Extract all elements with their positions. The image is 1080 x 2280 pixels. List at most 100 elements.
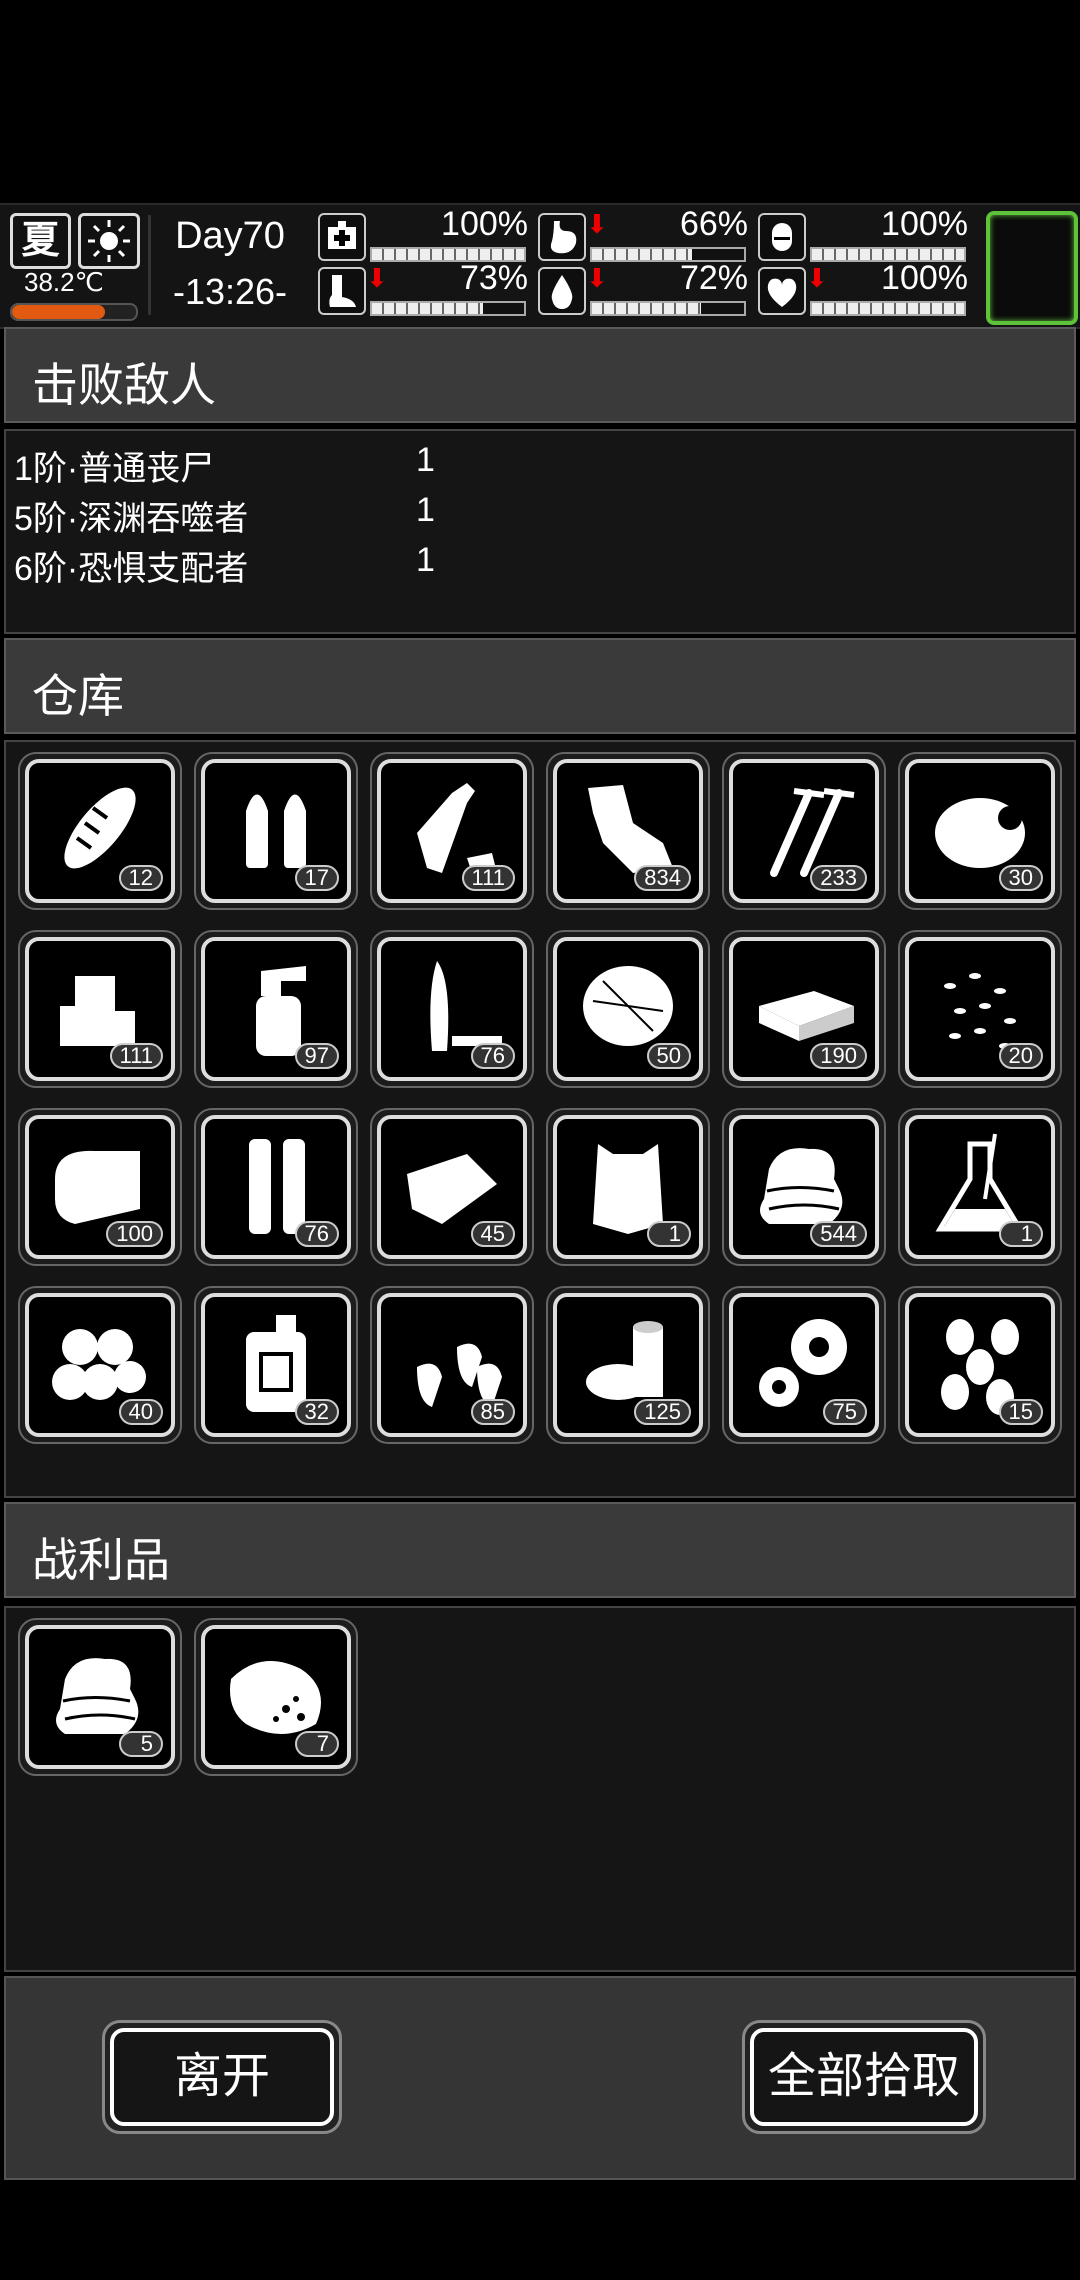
item-slot[interactable]: 111 xyxy=(370,752,534,910)
item-frame: 1 xyxy=(553,1115,703,1259)
temperature-fill xyxy=(12,305,105,319)
loot-header: 战利品 xyxy=(4,1502,1076,1598)
stat-bar xyxy=(370,301,526,316)
enemy-name: 1阶·普通丧尸 xyxy=(14,450,215,488)
stat-bar xyxy=(810,301,966,316)
heart-icon xyxy=(758,267,806,315)
item-count: 834 xyxy=(634,865,691,891)
item-frame: 32 xyxy=(201,1293,351,1437)
item-slot[interactable]: 544 xyxy=(722,1108,886,1266)
temperature-label: 38.2℃ xyxy=(24,267,104,297)
item-slot[interactable]: 5 xyxy=(18,1618,182,1776)
status-bar: 夏 38.2℃ Day70 -13:26- 100% ⬇ 66% 100% ⬇ 73% ⬇ 7… xyxy=(0,203,1080,329)
item-count: 20 xyxy=(998,1043,1043,1069)
stat-value: 100% xyxy=(881,205,968,243)
decrease-arrow-icon: ⬇ xyxy=(806,263,828,293)
enemy-count: 1 xyxy=(416,491,435,529)
pill-icon xyxy=(758,213,806,261)
defeated-header: 击败敌人 xyxy=(4,327,1076,423)
item-slot[interactable]: 30 xyxy=(898,752,1062,910)
stat-value: 73% xyxy=(459,259,528,297)
warehouse-grid[interactable]: 12 17 111 834 233 30 111 97 76 50 190 20 100 76 45 1 544… xyxy=(4,740,1076,1498)
stat-bar-fill xyxy=(592,249,693,260)
leave-button[interactable]: 离开 xyxy=(102,2020,342,2134)
item-count: 1 xyxy=(647,1221,691,1247)
decrease-arrow-icon: ⬇ xyxy=(586,209,608,239)
item-slot[interactable]: 76 xyxy=(370,930,534,1088)
stat-value: 100% xyxy=(441,205,528,243)
item-slot[interactable]: 125 xyxy=(546,1286,710,1444)
item-slot[interactable]: 233 xyxy=(722,752,886,910)
item-slot[interactable]: 1 xyxy=(546,1108,710,1266)
item-slot[interactable]: 20 xyxy=(898,930,1062,1088)
season-indicator: 夏 xyxy=(10,213,71,269)
item-frame: 75 xyxy=(729,1293,879,1437)
item-frame: 17 xyxy=(201,759,351,903)
item-slot[interactable]: 1 xyxy=(898,1108,1062,1266)
pickup-all-button[interactable]: 全部拾取 xyxy=(742,2020,986,2134)
medkit-icon xyxy=(318,213,366,261)
item-count: 5 xyxy=(119,1731,163,1757)
item-frame: 233 xyxy=(729,759,879,903)
item-slot[interactable]: 15 xyxy=(898,1286,1062,1444)
item-count: 75 xyxy=(822,1399,867,1425)
enemy-name: 5阶·深渊吞噬者 xyxy=(14,500,249,538)
item-count: 125 xyxy=(634,1399,691,1425)
item-slot[interactable]: 85 xyxy=(370,1286,534,1444)
item-count: 1 xyxy=(999,1221,1043,1247)
item-slot[interactable]: 834 xyxy=(546,752,710,910)
warehouse-header: 仓库 xyxy=(4,638,1076,734)
item-count: 50 xyxy=(646,1043,691,1069)
enemy-count: 1 xyxy=(416,441,435,479)
item-frame: 125 xyxy=(553,1293,703,1437)
item-slot[interactable]: 76 xyxy=(194,1108,358,1266)
item-slot[interactable]: 40 xyxy=(18,1286,182,1444)
item-count: 40 xyxy=(118,1399,163,1425)
item-slot[interactable]: 12 xyxy=(18,752,182,910)
item-slot[interactable]: 32 xyxy=(194,1286,358,1444)
item-frame: 1 xyxy=(905,1115,1055,1259)
item-count: 111 xyxy=(461,865,515,891)
item-count: 190 xyxy=(810,1043,867,1069)
item-slot[interactable]: 7 xyxy=(194,1618,358,1776)
stat-bar-fill xyxy=(592,303,702,314)
item-frame: 45 xyxy=(377,1115,527,1259)
item-count: 17 xyxy=(294,865,339,891)
item-frame: 76 xyxy=(377,937,527,1081)
warehouse-title: 仓库 xyxy=(32,670,124,722)
item-count: 76 xyxy=(294,1221,339,1247)
game-time: -13:26- xyxy=(172,271,288,312)
item-count: 30 xyxy=(998,865,1043,891)
item-slot[interactable]: 190 xyxy=(722,930,886,1088)
loot-title: 战利品 xyxy=(32,1534,170,1586)
decrease-arrow-icon: ⬇ xyxy=(586,263,608,293)
item-count: 32 xyxy=(294,1399,339,1425)
item-frame: 20 xyxy=(905,937,1055,1081)
item-slot[interactable]: 111 xyxy=(18,930,182,1088)
equipment-slot[interactable] xyxy=(986,211,1078,325)
decrease-arrow-icon: ⬇ xyxy=(366,263,388,293)
item-count: 85 xyxy=(470,1399,515,1425)
item-count: 233 xyxy=(810,865,867,891)
defeated-list: 1阶·普通丧尸 1 5阶·深渊吞噬者 1 6阶·恐惧支配者 1 xyxy=(4,429,1076,634)
item-frame: 190 xyxy=(729,937,879,1081)
item-frame: 834 xyxy=(553,759,703,903)
item-frame: 100 xyxy=(25,1115,175,1259)
sun-icon xyxy=(78,213,140,269)
item-slot[interactable]: 17 xyxy=(194,752,358,910)
item-slot[interactable]: 50 xyxy=(546,930,710,1088)
stat-value: 72% xyxy=(679,259,748,297)
temperature-bar xyxy=(10,303,138,321)
loot-grid[interactable]: 57 xyxy=(4,1606,1076,1972)
item-slot[interactable]: 45 xyxy=(370,1108,534,1266)
defeated-title: 击败敌人 xyxy=(32,359,216,411)
item-frame: 12 xyxy=(25,759,175,903)
stat-value: 66% xyxy=(679,205,748,243)
stat-mood: ⬇ 100% xyxy=(758,259,978,321)
item-slot[interactable]: 97 xyxy=(194,930,358,1088)
item-frame: 544 xyxy=(729,1115,879,1259)
stat-bar-fill xyxy=(812,303,964,314)
item-slot[interactable]: 75 xyxy=(722,1286,886,1444)
item-slot[interactable]: 100 xyxy=(18,1108,182,1266)
stat-stamina: ⬇ 73% xyxy=(318,259,538,321)
